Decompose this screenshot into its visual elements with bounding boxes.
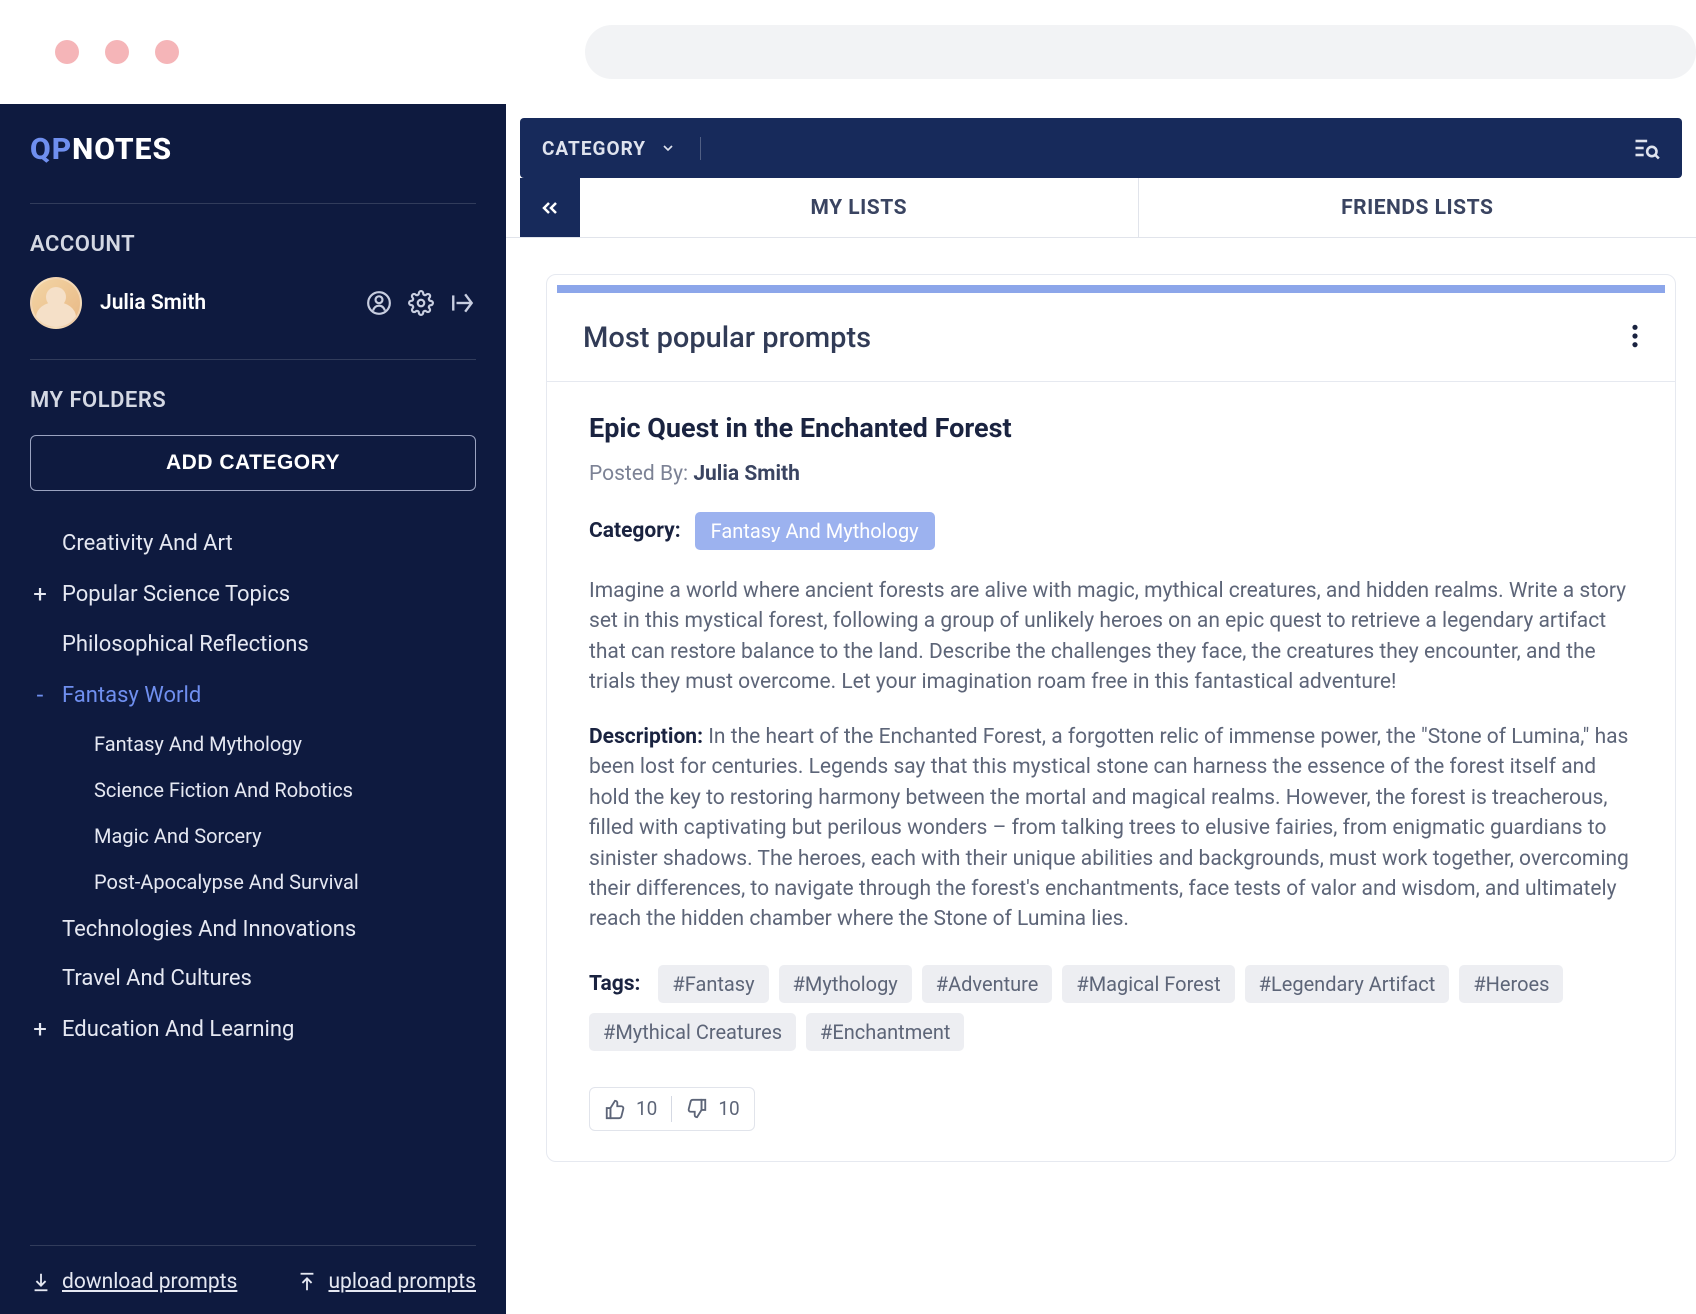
user-row: Julia Smith: [30, 277, 476, 360]
sub-folder-item[interactable]: Science Fiction And Robotics: [94, 767, 476, 813]
chevron-down-icon: [660, 140, 676, 156]
main-area: CATEGORY MY LISTS FRIENDS LISTS Most pop…: [506, 104, 1696, 1314]
vote-row: 10 10: [589, 1087, 755, 1131]
thumbs-down-icon: [686, 1098, 708, 1120]
folder-item[interactable]: +Education And Learning: [30, 1003, 476, 1055]
chevron-double-left-icon: [538, 196, 562, 220]
avatar[interactable]: [30, 277, 82, 329]
tag-pill[interactable]: #Enchantment: [806, 1013, 964, 1051]
browser-dot: [105, 40, 129, 64]
folders-label: MY FOLDERS: [30, 388, 476, 413]
category-row: Category: Fantasy And Mythology: [589, 512, 1633, 550]
tab-friends-lists[interactable]: FRIENDS LISTS: [1139, 178, 1696, 237]
browser-dot: [155, 40, 179, 64]
prompt-description: Description: In the heart of the Enchant…: [589, 722, 1633, 935]
sub-folder-item[interactable]: Magic And Sorcery: [94, 813, 476, 859]
sidebar-footer: download prompts upload prompts: [30, 1245, 476, 1294]
folder-item[interactable]: +Popular Science Topics: [30, 568, 476, 620]
tag-pill[interactable]: #Mythology: [779, 965, 912, 1003]
logo: QPNOTES: [30, 132, 476, 204]
tab-my-lists[interactable]: MY LISTS: [580, 178, 1139, 237]
content-area: Most popular prompts Epic Quest in the E…: [506, 238, 1696, 1162]
gear-icon[interactable]: [408, 290, 434, 316]
card-header: Most popular prompts: [547, 293, 1675, 382]
download-icon: [30, 1271, 52, 1293]
collapse-sidebar-button[interactable]: [520, 178, 580, 237]
tag-pill[interactable]: #Fantasy: [658, 965, 768, 1003]
tag-pill[interactable]: #Magical Forest: [1062, 965, 1234, 1003]
prompt-title: Epic Quest in the Enchanted Forest: [589, 412, 1633, 444]
search-list-icon: [1632, 134, 1660, 162]
account-label: ACCOUNT: [30, 232, 476, 257]
tabs-row: MY LISTS FRIENDS LISTS: [506, 178, 1696, 238]
card-accent-stripe: [557, 285, 1665, 293]
card-menu-button[interactable]: [1631, 323, 1639, 353]
category-label: Category:: [589, 519, 681, 543]
kebab-icon: [1631, 323, 1639, 349]
browser-dot: [55, 40, 79, 64]
sub-folder-list: Fantasy And Mythology Science Fiction An…: [30, 721, 476, 905]
tags-row: Tags: #Fantasy #Mythology #Adventure #Ma…: [589, 965, 1633, 1051]
top-bar: CATEGORY: [520, 118, 1682, 178]
upload-icon: [296, 1271, 318, 1293]
upload-prompts-link[interactable]: upload prompts: [296, 1270, 476, 1294]
download-prompts-link[interactable]: download prompts: [30, 1270, 237, 1294]
folder-item[interactable]: Technologies And Innovations: [30, 905, 476, 954]
posted-by: Posted By: Julia Smith: [589, 462, 1633, 486]
folder-item-active[interactable]: -Fantasy World: [30, 669, 476, 721]
browser-url-bar[interactable]: [585, 25, 1696, 79]
tag-pill[interactable]: #Adventure: [922, 965, 1053, 1003]
category-pill[interactable]: Fantasy And Mythology: [695, 512, 935, 550]
user-name: Julia Smith: [100, 291, 348, 315]
profile-icon[interactable]: [366, 290, 392, 316]
prompt-body: Imagine a world where ancient forests ar…: [589, 576, 1633, 698]
tag-pill[interactable]: #Heroes: [1459, 965, 1563, 1003]
downvote-button[interactable]: 10: [686, 1097, 739, 1120]
card-title: Most popular prompts: [583, 321, 871, 355]
folder-item[interactable]: Travel And Cultures: [30, 954, 476, 1003]
card-body: Epic Quest in the Enchanted Forest Poste…: [547, 382, 1675, 1161]
folder-item[interactable]: Creativity And Art: [30, 519, 476, 568]
sub-folder-item[interactable]: Fantasy And Mythology: [94, 721, 476, 767]
upvote-button[interactable]: 10: [604, 1097, 657, 1120]
search-button[interactable]: [701, 134, 1660, 162]
sub-folder-item[interactable]: Post-Apocalypse And Survival: [94, 859, 476, 905]
tags-label: Tags:: [589, 972, 640, 996]
category-dropdown[interactable]: CATEGORY: [542, 137, 701, 160]
browser-chrome: [0, 0, 1696, 104]
logout-icon[interactable]: [450, 290, 476, 316]
vote-divider: [671, 1096, 672, 1122]
add-category-button[interactable]: ADD CATEGORY: [30, 435, 476, 491]
folder-list: Creativity And Art +Popular Science Topi…: [30, 519, 476, 1245]
folder-item[interactable]: Philosophical Reflections: [30, 620, 476, 669]
tag-pill[interactable]: #Mythical Creatures: [589, 1013, 796, 1051]
thumbs-up-icon: [604, 1098, 626, 1120]
sidebar: QPNOTES ACCOUNT Julia Smith MY FOLDERS A…: [0, 104, 506, 1314]
tag-pill[interactable]: #Legendary Artifact: [1245, 965, 1450, 1003]
prompt-card: Most popular prompts Epic Quest in the E…: [546, 274, 1676, 1162]
